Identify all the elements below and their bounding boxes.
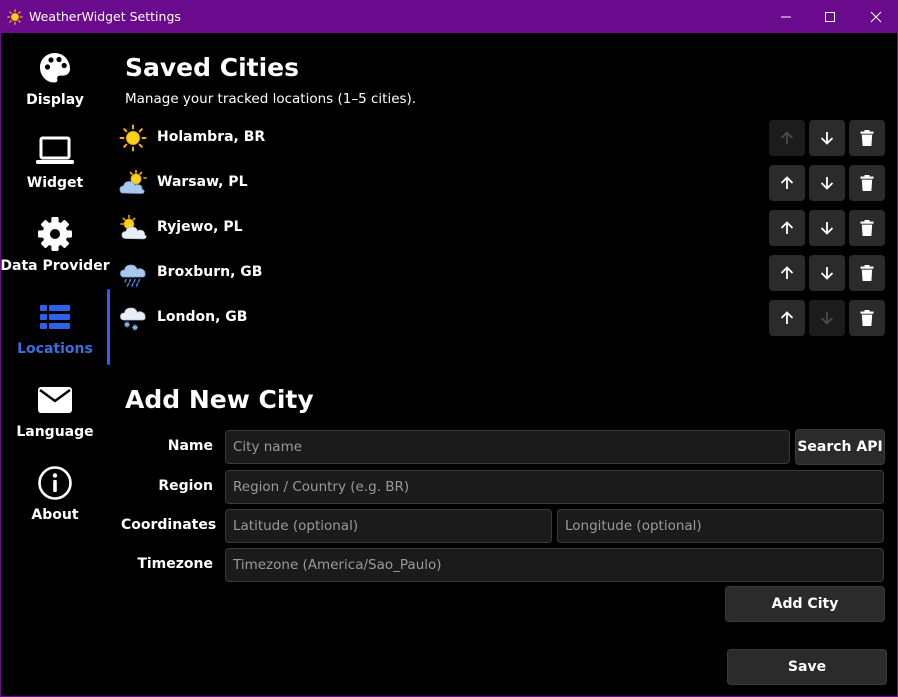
move-down-button[interactable]	[809, 300, 845, 336]
city-name: London, GB	[157, 309, 248, 325]
window-title: WeatherWidget Settings	[29, 9, 181, 24]
arrow-up-icon	[780, 176, 794, 189]
sun-icon	[7, 9, 23, 25]
city-name: Warsaw, PL	[157, 174, 248, 190]
sidebar-item-language[interactable]: Language	[1, 367, 109, 450]
laptop-icon	[35, 131, 75, 171]
sun-icon	[119, 124, 147, 152]
info-icon	[35, 463, 75, 503]
move-up-button[interactable]	[769, 210, 805, 246]
close-icon	[870, 11, 882, 23]
arrow-down-icon	[820, 267, 834, 280]
sidebar-item-locations[interactable]: Locations	[1, 284, 109, 367]
delete-button[interactable]	[849, 210, 885, 246]
sidebar-item-widget[interactable]: Widget	[1, 118, 109, 201]
rain-cloud-icon	[120, 264, 146, 287]
app-window: WeatherWidget Settings Display Widget Da…	[0, 0, 898, 697]
trash-icon	[860, 265, 874, 281]
city-row: Warsaw, PL	[119, 163, 889, 203]
arrow-up-icon	[780, 311, 794, 324]
partly-cloudy-icon	[119, 169, 147, 194]
sidebar-item-label: Locations	[17, 341, 93, 357]
city-name: Ryjewo, PL	[157, 219, 243, 235]
page-subtitle: Manage your tracked locations (1–5 citie…	[125, 91, 417, 107]
region-label: Region	[158, 478, 213, 494]
save-button[interactable]: Save	[727, 649, 887, 685]
arrow-up-icon	[780, 221, 794, 234]
city-name-input[interactable]	[225, 430, 790, 464]
trash-icon	[860, 310, 874, 326]
longitude-input[interactable]	[557, 509, 884, 543]
sidebar-item-label: Display	[26, 92, 84, 108]
arrow-down-icon	[820, 312, 834, 325]
sun-behind-cloud-icon	[120, 214, 147, 240]
arrow-down-icon	[820, 132, 834, 145]
palette-icon	[35, 48, 75, 88]
maximize-button[interactable]	[807, 1, 853, 33]
arrow-up-icon	[780, 131, 794, 144]
add-city-heading: Add New City	[125, 385, 314, 414]
move-down-button[interactable]	[809, 165, 845, 201]
city-name: Holambra, BR	[157, 129, 266, 145]
move-up-button[interactable]	[769, 255, 805, 291]
title-bar: WeatherWidget Settings	[1, 1, 897, 33]
trash-icon	[860, 175, 874, 191]
move-up-button[interactable]	[769, 165, 805, 201]
trash-icon	[860, 220, 874, 236]
move-up-button[interactable]	[769, 120, 805, 156]
sidebar-item-label: Widget	[26, 175, 84, 191]
delete-button[interactable]	[849, 300, 885, 336]
search-api-button[interactable]: Search API	[795, 429, 885, 465]
sidebar-item-data-provider[interactable]: Data Provider	[0, 201, 110, 284]
move-up-button[interactable]	[769, 300, 805, 336]
city-row: Holambra, BR	[119, 118, 889, 158]
active-nav-indicator	[107, 289, 110, 365]
add-city-button[interactable]: Add City	[725, 586, 885, 622]
arrow-down-icon	[820, 177, 834, 190]
move-down-button[interactable]	[809, 120, 845, 156]
gear-icon	[35, 214, 75, 254]
envelope-icon	[35, 380, 75, 420]
sidebar-item-label: Language	[16, 424, 94, 440]
timezone-label: Timezone	[137, 556, 213, 572]
city-row: London, GB	[119, 298, 889, 338]
latitude-input[interactable]	[225, 509, 552, 543]
coordinates-label: Coordinates	[121, 517, 217, 533]
delete-button[interactable]	[849, 165, 885, 201]
sidebar-item-about[interactable]: About	[1, 450, 109, 533]
arrow-up-icon	[780, 266, 794, 279]
sidebar-item-display[interactable]: Display	[1, 35, 109, 118]
timezone-input[interactable]	[225, 548, 884, 582]
close-button[interactable]	[853, 1, 898, 33]
snow-cloud-icon	[120, 307, 146, 331]
sidebar-item-label: Data Provider	[0, 258, 110, 274]
move-down-button[interactable]	[809, 210, 845, 246]
city-row: Ryjewo, PL	[119, 208, 889, 248]
minimize-button[interactable]	[763, 1, 809, 33]
city-name: Broxburn, GB	[157, 264, 263, 280]
move-down-button[interactable]	[809, 255, 845, 291]
region-input[interactable]	[225, 470, 884, 504]
trash-icon	[860, 130, 874, 146]
sidebar-item-label: About	[31, 507, 79, 523]
maximize-icon	[825, 12, 835, 22]
arrow-down-icon	[820, 222, 834, 235]
city-row: Broxburn, GB	[119, 253, 889, 293]
name-label: Name	[167, 438, 213, 454]
minimize-icon	[781, 16, 791, 18]
delete-button[interactable]	[849, 255, 885, 291]
page-title: Saved Cities	[125, 53, 299, 82]
list-icon	[35, 297, 75, 337]
delete-button[interactable]	[849, 120, 885, 156]
